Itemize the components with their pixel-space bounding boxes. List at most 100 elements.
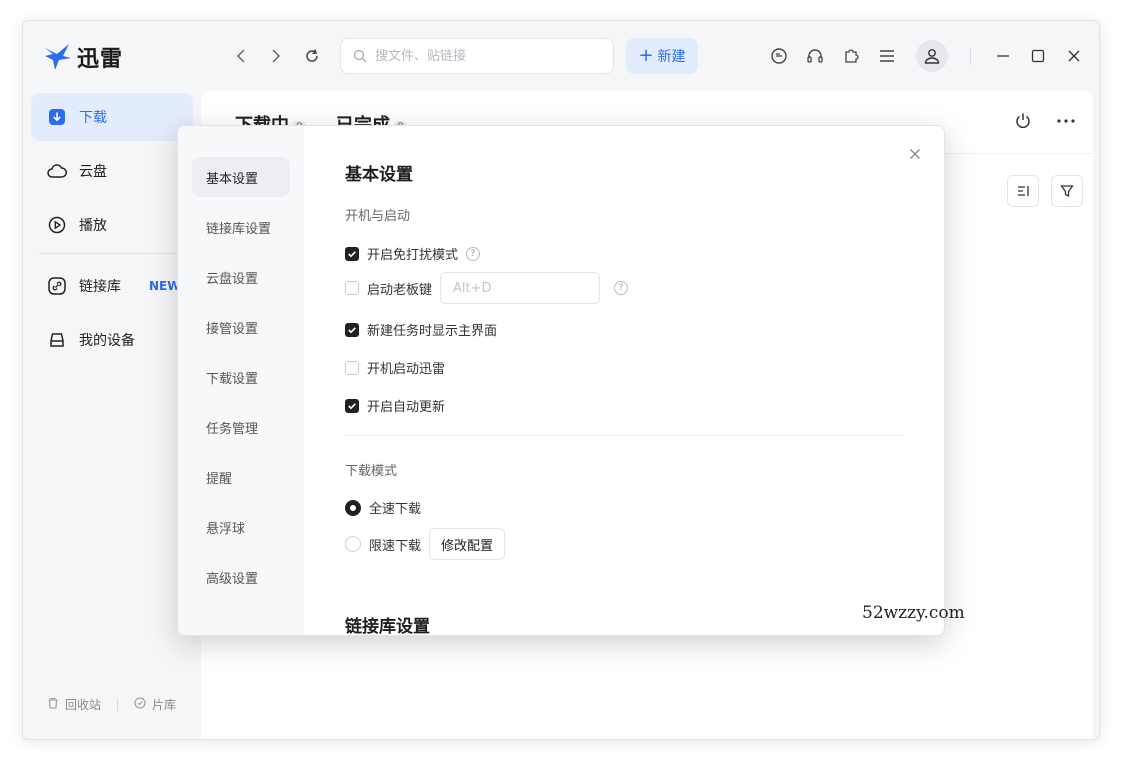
option-boss-key[interactable]: 启动老板键 Alt+D ?	[345, 272, 629, 304]
option-auto-update[interactable]: 开启自动更新	[345, 396, 445, 415]
option-show-main-on-new-task[interactable]: 新建任务时显示主界面	[345, 320, 497, 339]
option-label: 新建任务时显示主界面	[367, 324, 498, 339]
sidebar-item-label: 播放	[79, 218, 107, 234]
settings-nav-advanced[interactable]: 高级设置	[192, 557, 290, 597]
service-button[interactable]	[805, 46, 825, 66]
checkbox[interactable]	[345, 322, 359, 337]
checkbox[interactable]	[345, 398, 359, 413]
link-library-section-title: 链接库设置	[345, 617, 430, 636]
power-button[interactable]	[1009, 107, 1037, 135]
user-icon	[924, 49, 940, 64]
section-divider	[345, 435, 903, 436]
message-button[interactable]	[769, 46, 789, 66]
option-do-not-disturb[interactable]: 开启免打扰模式 ?	[345, 244, 481, 263]
more-button[interactable]	[1052, 107, 1080, 135]
sidebar-item-label: 云盘	[79, 164, 107, 180]
more-icon	[1057, 119, 1075, 123]
modify-config-button[interactable]: 修改配置	[429, 528, 506, 560]
radio-button[interactable]	[345, 499, 361, 516]
refresh-icon	[306, 49, 318, 62]
forward-button[interactable]	[265, 45, 287, 67]
download-mode-section-label: 下载模式	[345, 464, 398, 479]
filter-button[interactable]	[1051, 175, 1083, 207]
maximize-icon	[1031, 49, 1045, 63]
plugin-button[interactable]	[841, 46, 861, 66]
dialog-close-button[interactable]	[905, 144, 925, 164]
option-label: 全速下载	[369, 502, 422, 517]
option-label: 限速下载	[369, 538, 422, 554]
back-button[interactable]	[230, 45, 252, 67]
settings-nav-takeover[interactable]: 接管设置	[192, 307, 290, 347]
search-icon	[353, 49, 367, 63]
recycle-bin-link[interactable]: 回收站	[65, 696, 101, 713]
option-label: 启动老板键	[367, 282, 433, 298]
close-window-button[interactable]	[1064, 46, 1084, 66]
sidebar-item-cloud[interactable]: 云盘	[31, 147, 193, 195]
sidebar: 下载 云盘 播放 链接库 NEW 我的设备 回收站 片库	[23, 91, 201, 739]
option-label: 开启自动更新	[367, 400, 446, 415]
settings-nav-link-library[interactable]: 链接库设置	[192, 207, 290, 247]
boss-key-hotkey-field[interactable]: Alt+D	[440, 272, 601, 304]
sidebar-item-link-library[interactable]: 链接库 NEW	[31, 262, 193, 310]
help-icon[interactable]: ?	[466, 246, 481, 261]
search-input[interactable]	[375, 48, 595, 64]
option-launch-on-startup[interactable]: 开机启动迅雷	[345, 358, 445, 377]
checkbox[interactable]	[345, 281, 359, 295]
settings-nav-task-management[interactable]: 任务管理	[192, 407, 290, 447]
settings-dialog: 基本设置 链接库设置 云盘设置 接管设置 下载设置 任务管理 提醒 悬浮球 高级…	[177, 125, 945, 636]
help-icon[interactable]: ?	[614, 281, 629, 295]
watermark: 52wzzy.com	[862, 603, 965, 623]
sidebar-footer: 回收站 片库	[47, 696, 176, 713]
chevron-left-icon	[236, 49, 245, 63]
library-icon	[134, 697, 146, 712]
option-label: 开启免打扰模式	[367, 248, 459, 263]
search-box[interactable]	[340, 38, 614, 74]
checkmark-icon	[348, 326, 356, 333]
user-avatar[interactable]	[916, 40, 948, 72]
minimize-button[interactable]	[993, 46, 1013, 66]
minimize-icon	[997, 55, 1009, 57]
settings-nav-basic[interactable]: 基本设置	[192, 157, 290, 197]
sidebar-item-label: 链接库	[79, 279, 121, 295]
puzzle-icon	[845, 49, 859, 63]
refresh-button[interactable]	[301, 45, 323, 67]
settings-content: 基本设置 开机与启动 开启免打扰模式 ? 启动老板键 Alt+D ? 新建任务时…	[345, 126, 905, 635]
radio-button[interactable]	[345, 536, 361, 552]
close-icon	[910, 149, 920, 159]
sidebar-item-label: 我的设备	[79, 333, 135, 349]
xunlei-bird-icon	[45, 44, 71, 70]
settings-nav-reminder[interactable]: 提醒	[192, 457, 290, 497]
settings-nav-cloud[interactable]: 云盘设置	[192, 257, 290, 297]
checkmark-icon	[348, 250, 356, 257]
checkbox[interactable]	[345, 246, 359, 261]
download-icon	[47, 107, 67, 127]
new-task-button[interactable]: + 新建	[626, 38, 698, 74]
maximize-button[interactable]	[1028, 46, 1048, 66]
sidebar-item-download[interactable]: 下载	[31, 93, 193, 141]
sidebar-item-label: 下载	[79, 110, 107, 126]
option-label: 开机启动迅雷	[367, 362, 446, 377]
menu-icon	[880, 50, 894, 62]
sort-button[interactable]	[1007, 175, 1039, 207]
title-bar: 迅雷 + 新建	[23, 21, 1099, 91]
new-badge: NEW	[149, 279, 181, 293]
sidebar-item-devices[interactable]: 我的设备	[31, 316, 193, 364]
sidebar-divider	[39, 253, 189, 254]
new-task-label: 新建	[657, 49, 686, 65]
sidebar-item-play[interactable]: 播放	[31, 201, 193, 249]
checkmark-icon	[348, 402, 356, 409]
chat-bubble-icon	[771, 48, 787, 64]
settings-nav: 基本设置 链接库设置 云盘设置 接管设置 下载设置 任务管理 提醒 悬浮球 高级…	[178, 126, 304, 635]
library-link[interactable]: 片库	[152, 696, 176, 713]
headset-icon	[807, 49, 823, 63]
play-icon	[47, 215, 67, 235]
mode-full-speed[interactable]: 全速下载	[345, 498, 421, 517]
startup-section-label: 开机与启动	[345, 209, 411, 224]
settings-nav-float-ball[interactable]: 悬浮球	[192, 507, 290, 547]
settings-nav-download[interactable]: 下载设置	[192, 357, 290, 397]
mode-limited-speed[interactable]: 限速下载 修改配置	[345, 528, 506, 560]
app-name: 迅雷	[77, 47, 124, 72]
sort-icon	[1018, 186, 1029, 196]
checkbox[interactable]	[345, 360, 359, 375]
menu-button[interactable]	[877, 46, 897, 66]
